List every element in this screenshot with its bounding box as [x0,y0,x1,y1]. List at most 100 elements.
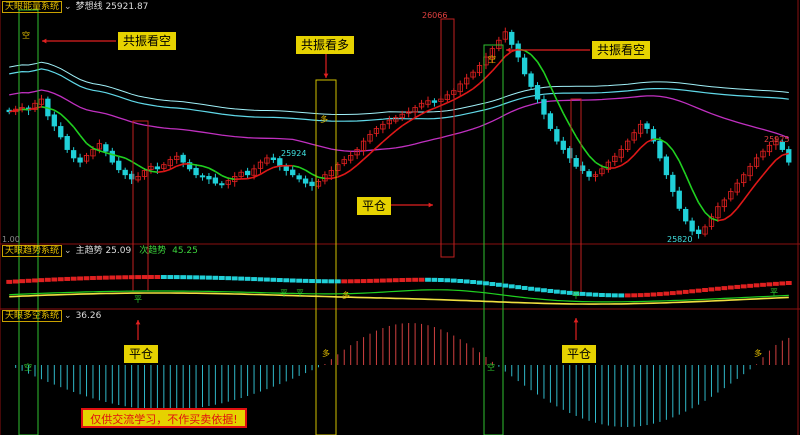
trend-ribbon-bar [399,278,406,283]
dream-line [498,55,506,65]
note-buy: 共振看多 [296,36,355,54]
trend-ribbon-bar [644,292,650,297]
dream-line [73,126,81,136]
price-label-low-1: 25924 [281,149,307,158]
trend-ribbon-bar [708,287,715,292]
arrow-buy-head [323,73,329,78]
trend-ribbon-bar [51,277,58,282]
candle [219,183,225,186]
dream-line [453,95,461,101]
trend-ribbon-bar [650,292,657,297]
chevron-down-icon[interactable]: ⌄ [64,311,72,321]
dream-line [202,165,210,169]
trend-ribbon-bar [702,288,708,293]
close-frame-main [440,18,455,258]
trend-ribbon-bar [25,278,32,283]
trend-ribbon-bar [64,276,71,281]
arrow-close-left-head [135,320,141,325]
candle [70,150,77,159]
candle [560,140,566,150]
dream-line [79,134,88,144]
price-label-right-high: 25925 [764,135,790,144]
dream-line [440,102,448,107]
trend-ribbon-bar [354,279,361,284]
dream-line [169,165,178,171]
trend-ribbon-bar [502,283,509,288]
arrow-sell-2-head [506,47,511,53]
dream-line [331,176,338,180]
candle [689,220,695,232]
trend-ribbon-bar [495,282,502,287]
ls-panel-title[interactable]: 天眼多空系统 [2,310,63,322]
trend-ribbon-bar [605,293,612,298]
trend-ribbon-bar [637,293,644,298]
trend-ribbon-bar [32,278,38,283]
long-ma-line [9,68,789,122]
trend-ribbon-bar [618,293,625,298]
chevron-down-icon[interactable]: ⌄ [64,246,72,256]
dream-line [711,217,719,222]
buy-mark-trend: 多 [342,291,350,300]
candle [683,208,689,222]
candle [786,149,792,163]
trend-ribbon-bar [128,275,135,280]
trend-ribbon-bar [135,275,141,280]
dream-line [601,165,609,169]
trend-panel-title[interactable]: 天眼趋势系统 [2,245,63,257]
dream-line [485,70,493,79]
candle [180,154,186,163]
trend-ribbon-bar [38,278,45,283]
candle [103,144,109,152]
dream-line [247,176,255,180]
dream-line [434,104,442,109]
candle [77,157,83,163]
candle [283,166,289,171]
dream-line [730,207,738,216]
trend-ribbon-bar [753,283,760,288]
trend-ribbon-bar [102,275,109,280]
trend-ribbon-bar [154,274,161,279]
trend-ribbon-bar [257,277,264,282]
candle [657,140,663,159]
candle [193,167,199,176]
dream-line [595,161,603,168]
ls-value: 36.26 [75,311,102,321]
dream-line [414,113,422,119]
trend-ribbon-bar [599,292,605,297]
dream-line [157,170,164,174]
trend-ribbon-bar [470,280,476,285]
trend-ribbon-bar [238,276,245,281]
dream-line [755,174,764,184]
trend-ribbon-bar [141,275,148,280]
candle [534,85,541,100]
note-sell-1: 共振看空 [118,32,177,50]
candle [528,73,534,87]
main-panel-title[interactable]: 天眼能量系统 [2,1,63,13]
dream-line [627,154,635,162]
main-indicator-label: 梦想线 [75,2,103,12]
trend-ribbon-bar [586,292,592,297]
signal-frame-buy [315,79,337,435]
chart-screen: 天眼能量系统 ⌄ 梦想线 25921.87 天眼趋势系统 ⌄ 主趋势 25.09 次趋势 … [0,0,800,435]
trend-ribbon-bar [206,275,212,280]
trend-ribbon-bar [379,278,386,283]
signal-frame-sell-2 [483,44,504,435]
trend-ribbon-bar [425,277,431,282]
dream-line [350,164,358,171]
candle [521,57,528,75]
trend-ribbon-bar [122,275,129,280]
trend-ribbon-bar [779,281,786,286]
flat-mark-4: 平 [572,291,580,300]
trend-ribbon-bar [276,278,283,283]
trend-ribbon-bar [6,279,13,284]
dream-line [672,149,680,162]
dream-line [292,164,300,168]
trend-ribbon-bar [463,279,470,284]
trend-ribbon-bar [489,282,496,287]
trend-ribbon-bar [727,285,734,290]
trend-ribbon-bar [483,281,489,286]
chevron-down-icon[interactable]: ⌄ [64,2,72,12]
trend-ribbon-bar [251,277,257,282]
trend-ribbon-bar [721,286,728,291]
candle [309,181,315,187]
